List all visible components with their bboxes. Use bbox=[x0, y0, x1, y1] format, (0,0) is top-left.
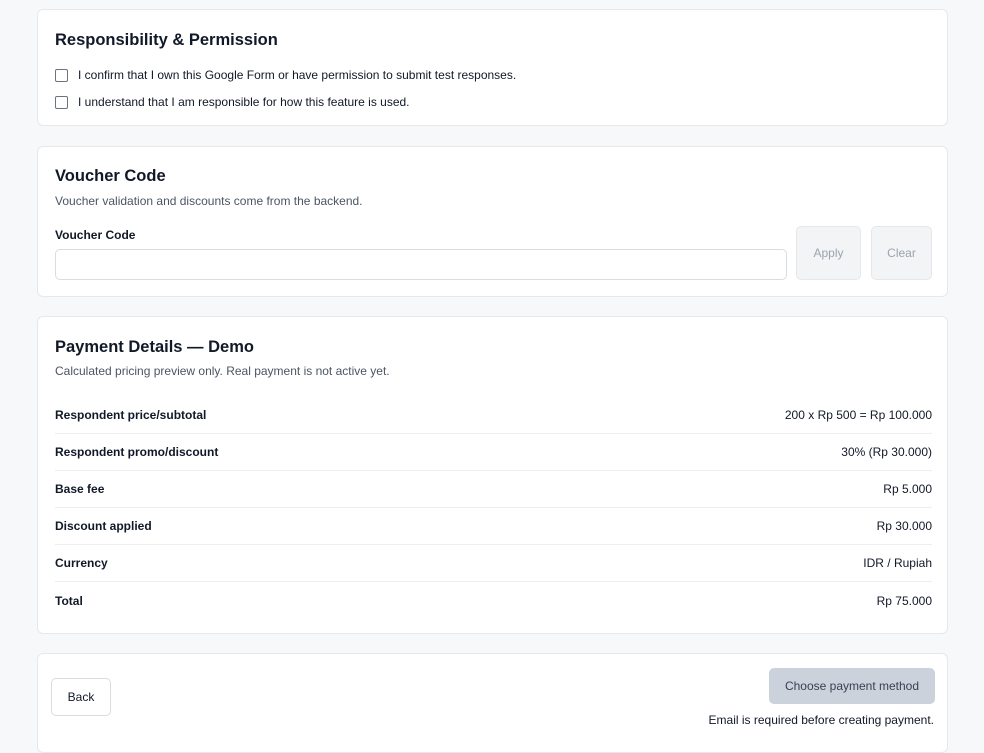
payment-row-subtotal: Respondent price/subtotal 200 x Rp 500 =… bbox=[55, 397, 932, 434]
clear-voucher-button[interactable]: Clear bbox=[871, 226, 932, 280]
payment-row-value: Rp 75.000 bbox=[876, 593, 932, 608]
payment-row-total: Total Rp 75.000 bbox=[55, 582, 932, 619]
voucher-field-label: Voucher Code bbox=[55, 228, 136, 242]
payment-details-card: Payment Details — Demo Calculated pricin… bbox=[37, 316, 948, 634]
payment-row-label: Total bbox=[55, 593, 83, 608]
back-button[interactable]: Back bbox=[51, 678, 111, 716]
permission-checkbox[interactable] bbox=[55, 68, 68, 82]
payment-row-value: 30% (Rp 30.000) bbox=[841, 445, 932, 459]
voucher-subtitle: Voucher validation and discounts come fr… bbox=[55, 194, 363, 208]
payment-row-label: Respondent promo/discount bbox=[55, 445, 219, 459]
payment-rows: Respondent price/subtotal 200 x Rp 500 =… bbox=[55, 397, 932, 619]
voucher-card: Voucher Code Voucher validation and disc… bbox=[37, 146, 948, 297]
payment-row-discount: Discount applied Rp 30.000 bbox=[55, 508, 932, 545]
payment-row-label: Discount applied bbox=[55, 519, 152, 533]
payment-row-value: Rp 30.000 bbox=[876, 519, 932, 533]
responsibility-checkbox-label: I understand that I am responsible for h… bbox=[78, 95, 410, 109]
payment-row-value: IDR / Rupiah bbox=[863, 556, 932, 570]
payment-row-label: Respondent price/subtotal bbox=[55, 408, 207, 422]
responsibility-checkbox[interactable] bbox=[55, 95, 68, 109]
voucher-code-input[interactable] bbox=[55, 249, 787, 280]
permission-checkbox-label: I confirm that I own this Google Form or… bbox=[78, 68, 517, 82]
payment-row-promo: Respondent promo/discount 30% (Rp 30.000… bbox=[55, 434, 932, 471]
payment-title: Payment Details — Demo bbox=[55, 338, 254, 356]
responsibility-checkbox-row[interactable]: I understand that I am responsible for h… bbox=[55, 95, 410, 109]
apply-voucher-button[interactable]: Apply bbox=[796, 226, 861, 280]
payment-subtitle: Calculated pricing preview only. Real pa… bbox=[55, 364, 390, 378]
payment-row-value: 200 x Rp 500 = Rp 100.000 bbox=[784, 408, 932, 422]
actions-card: Back Choose payment method Email is requ… bbox=[37, 653, 948, 753]
responsibility-title: Responsibility & Permission bbox=[55, 31, 278, 49]
payment-row-base-fee: Base fee Rp 5.000 bbox=[55, 471, 932, 508]
permission-checkbox-row[interactable]: I confirm that I own this Google Form or… bbox=[55, 68, 516, 82]
payment-row-label: Currency bbox=[55, 556, 108, 570]
voucher-title: Voucher Code bbox=[55, 167, 166, 185]
email-required-note: Email is required before creating paymen… bbox=[708, 713, 934, 727]
payment-row-value: Rp 5.000 bbox=[883, 482, 932, 496]
payment-row-label: Base fee bbox=[55, 482, 105, 496]
responsibility-card: Responsibility & Permission I confirm th… bbox=[37, 9, 948, 126]
choose-payment-method-button[interactable]: Choose payment method bbox=[769, 668, 935, 704]
payment-row-currency: Currency IDR / Rupiah bbox=[55, 545, 932, 582]
